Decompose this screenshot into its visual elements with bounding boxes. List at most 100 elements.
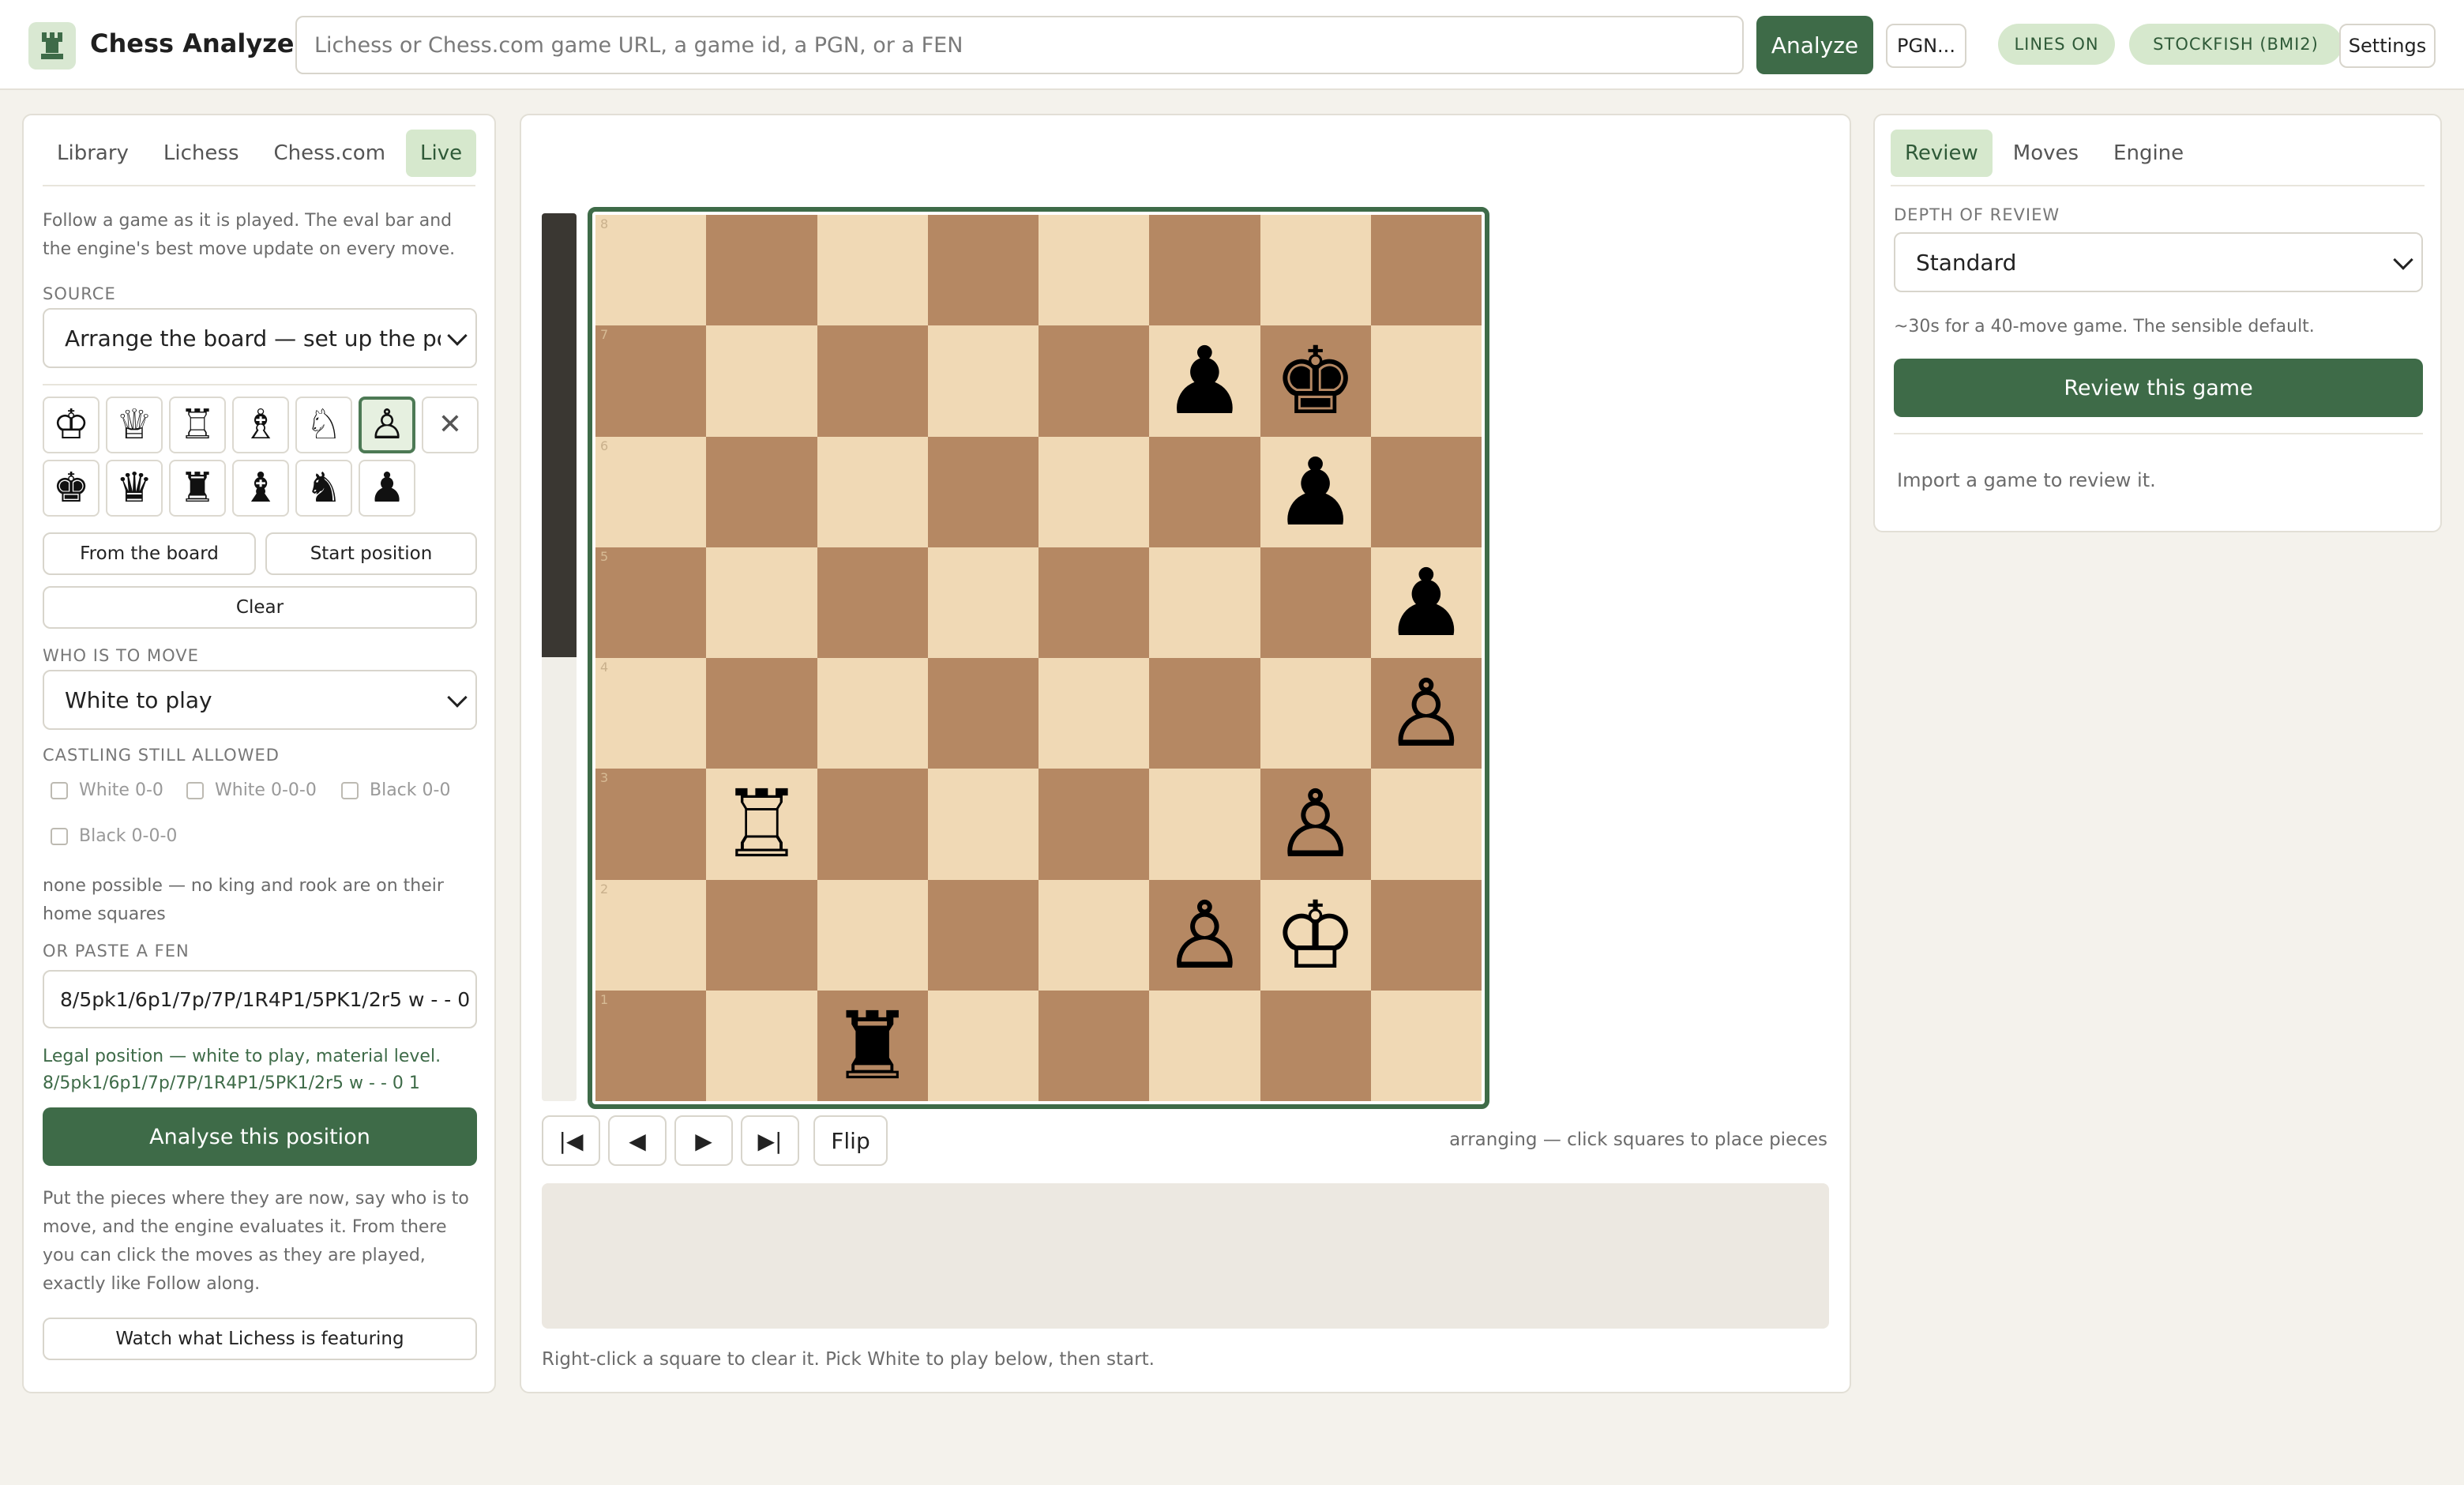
black-rook-icon[interactable]: ♜ xyxy=(831,999,915,1092)
square-f3[interactable] xyxy=(1149,769,1260,880)
square-e6[interactable] xyxy=(1039,436,1150,547)
white-rook-icon[interactable]: ♖ xyxy=(719,777,803,870)
square-h5[interactable]: ♟ xyxy=(1370,547,1482,658)
analyse-position-button[interactable]: Analyse this position xyxy=(43,1107,477,1166)
settings-button[interactable]: Settings xyxy=(2339,24,2436,68)
square-c4[interactable] xyxy=(817,658,928,769)
square-b5[interactable] xyxy=(706,547,817,658)
square-a4[interactable]: 4 xyxy=(595,658,707,769)
lines-toggle[interactable]: LINES ON xyxy=(1998,24,2115,65)
square-d6[interactable] xyxy=(927,436,1039,547)
first-move-button[interactable]: |◀ xyxy=(542,1115,600,1166)
square-h6[interactable] xyxy=(1370,436,1482,547)
square-f5[interactable] xyxy=(1149,547,1260,658)
square-h4[interactable]: ♙ xyxy=(1370,658,1482,769)
square-f4[interactable] xyxy=(1149,658,1260,769)
square-f1[interactable] xyxy=(1149,990,1260,1101)
black-rook-icon[interactable]: ♜ xyxy=(169,460,226,517)
checkbox[interactable] xyxy=(51,827,68,845)
from-board-button[interactable]: From the board xyxy=(43,532,256,575)
fen-input[interactable]: 8/5pk1/6p1/7p/7P/1R4P1/5PK1/2r5 w - - 0 … xyxy=(43,970,477,1028)
last-move-button[interactable]: ▶| xyxy=(741,1115,799,1166)
tab-lichess[interactable]: Lichess xyxy=(149,130,254,177)
tab-review[interactable]: Review xyxy=(1891,130,1993,177)
checkbox[interactable] xyxy=(51,781,68,799)
square-e2[interactable] xyxy=(1039,879,1150,991)
square-b1[interactable] xyxy=(706,990,817,1101)
square-b2[interactable] xyxy=(706,879,817,991)
square-c3[interactable] xyxy=(817,769,928,880)
tab-chesscom[interactable]: Chess.com xyxy=(260,130,400,177)
square-f2[interactable]: ♙ xyxy=(1149,879,1260,991)
square-e7[interactable] xyxy=(1039,325,1150,437)
square-g6[interactable]: ♟ xyxy=(1260,436,1371,547)
square-c5[interactable] xyxy=(817,547,928,658)
square-d4[interactable] xyxy=(927,658,1039,769)
square-d2[interactable] xyxy=(927,879,1039,991)
square-c1[interactable]: ♜ xyxy=(817,990,928,1101)
square-g1[interactable] xyxy=(1260,990,1371,1101)
square-e3[interactable] xyxy=(1039,769,1150,880)
board-grid[interactable]: 8 7 ♟ ♚ 6 ♟ 5 ♟ 4 ♙ 3 ♖ ♙ 2 ♙ ♔ 1 ♜ xyxy=(595,215,1482,1101)
black-knight-icon[interactable]: ♞ xyxy=(295,460,352,517)
tab-live[interactable]: Live xyxy=(406,130,477,177)
eraser-close-icon[interactable]: ✕ xyxy=(422,397,479,453)
square-e8[interactable] xyxy=(1039,215,1150,326)
black-pawn-icon[interactable]: ♟ xyxy=(1384,556,1468,649)
square-b3[interactable]: ♖ xyxy=(706,769,817,880)
clear-board-button[interactable]: Clear xyxy=(43,586,477,629)
who-to-move-select[interactable]: White to play xyxy=(43,670,477,730)
white-pawn-icon[interactable]: ♙ xyxy=(1384,667,1468,760)
square-f7[interactable]: ♟ xyxy=(1149,325,1260,437)
game-search-input[interactable] xyxy=(295,16,1744,74)
square-g3[interactable]: ♙ xyxy=(1260,769,1371,880)
next-move-button[interactable]: ▶ xyxy=(674,1115,733,1166)
black-bishop-icon[interactable]: ♝ xyxy=(232,460,289,517)
start-position-button[interactable]: Start position xyxy=(265,532,477,575)
square-g2[interactable]: ♔ xyxy=(1260,879,1371,991)
square-d3[interactable] xyxy=(927,769,1039,880)
tab-engine[interactable]: Engine xyxy=(2099,130,2198,177)
depth-select[interactable]: Standard xyxy=(1894,232,2423,292)
square-a5[interactable]: 5 xyxy=(595,547,707,658)
white-king-icon[interactable]: ♔ xyxy=(1274,889,1358,982)
square-d7[interactable] xyxy=(927,325,1039,437)
black-pawn-icon[interactable]: ♟ xyxy=(1163,334,1246,427)
square-a7[interactable]: 7 xyxy=(595,325,707,437)
square-b7[interactable] xyxy=(706,325,817,437)
square-f8[interactable] xyxy=(1149,215,1260,326)
square-e4[interactable] xyxy=(1039,658,1150,769)
black-pawn-icon[interactable]: ♟ xyxy=(1274,446,1358,539)
square-a2[interactable]: 2 xyxy=(595,879,707,991)
square-c7[interactable] xyxy=(817,325,928,437)
checkbox[interactable] xyxy=(341,781,359,799)
white-pawn-icon[interactable]: ♙ xyxy=(1163,889,1246,982)
white-pawn-icon[interactable]: ♙ xyxy=(359,397,415,453)
square-c6[interactable] xyxy=(817,436,928,547)
square-c8[interactable] xyxy=(817,215,928,326)
white-rook-icon[interactable]: ♖ xyxy=(169,397,226,453)
watch-lichess-button[interactable]: Watch what Lichess is featuring xyxy=(43,1318,477,1360)
pgn-button[interactable]: PGN... xyxy=(1886,24,1966,68)
square-h2[interactable] xyxy=(1370,879,1482,991)
square-e1[interactable] xyxy=(1039,990,1150,1101)
black-queen-icon[interactable]: ♛ xyxy=(106,460,163,517)
prev-move-button[interactable]: ◀ xyxy=(608,1115,667,1166)
black-king-icon[interactable]: ♚ xyxy=(43,460,100,517)
square-b8[interactable] xyxy=(706,215,817,326)
square-h7[interactable] xyxy=(1370,325,1482,437)
square-h1[interactable] xyxy=(1370,990,1482,1101)
black-pawn-icon[interactable]: ♟ xyxy=(359,460,415,517)
engine-badge[interactable]: STOCKFISH (BMI2) xyxy=(2129,24,2342,65)
chessboard[interactable]: 8 7 ♟ ♚ 6 ♟ 5 ♟ 4 ♙ 3 ♖ ♙ 2 ♙ ♔ 1 ♜ xyxy=(588,207,1489,1109)
white-pawn-icon[interactable]: ♙ xyxy=(1274,777,1358,870)
square-g5[interactable] xyxy=(1260,547,1371,658)
black-king-icon[interactable]: ♚ xyxy=(1274,334,1358,427)
square-c2[interactable] xyxy=(817,879,928,991)
castling-white-queenside[interactable]: White 0-0-0 xyxy=(186,780,317,800)
square-g4[interactable] xyxy=(1260,658,1371,769)
source-select[interactable]: Arrange the board — set up the position xyxy=(43,308,477,368)
tab-library[interactable]: Library xyxy=(43,130,143,177)
square-a8[interactable]: 8 xyxy=(595,215,707,326)
square-h3[interactable] xyxy=(1370,769,1482,880)
